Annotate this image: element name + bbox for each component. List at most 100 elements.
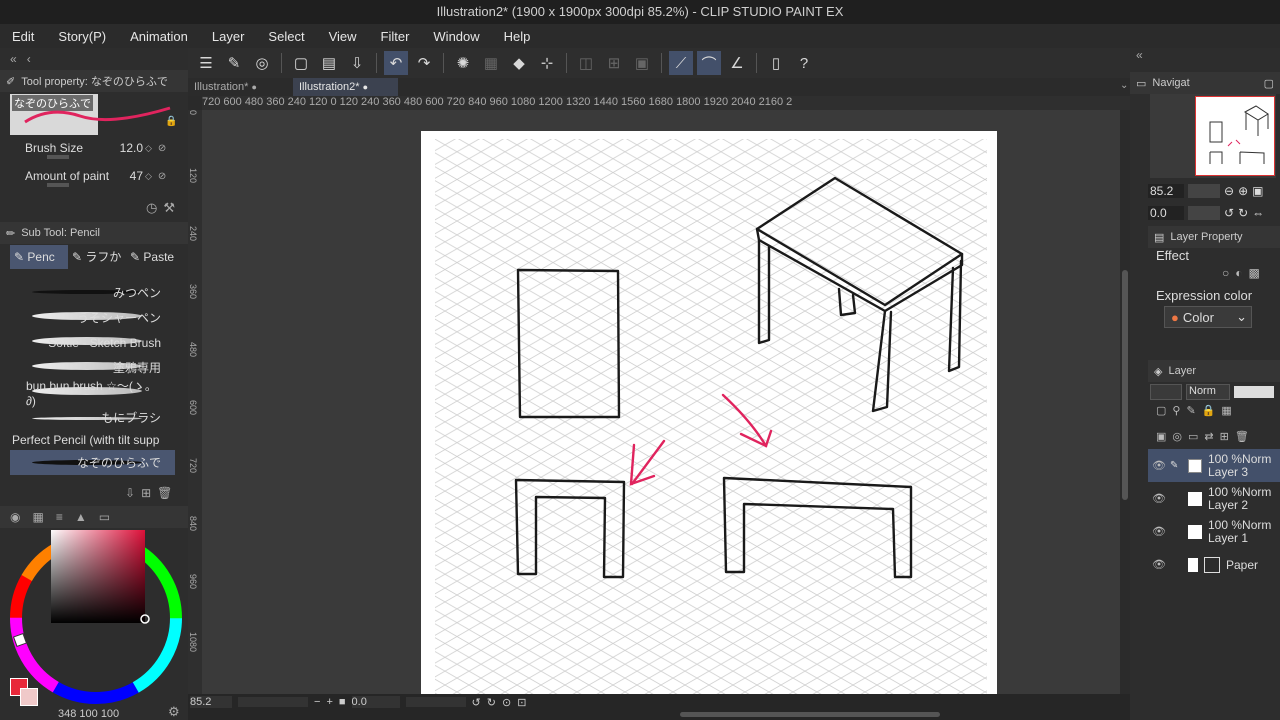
trash-icon[interactable]: 🗑 [157, 486, 172, 500]
rotate-left-icon[interactable]: ↺ [1224, 206, 1234, 220]
transfer-icon[interactable]: ⇄ [1204, 430, 1213, 443]
spinner-icon[interactable]: ◇ [145, 143, 152, 154]
selection-icon[interactable]: ▦ [479, 51, 503, 75]
ruler-snap-icon[interactable]: ⟋ [669, 51, 693, 75]
canvas-paper[interactable] [421, 131, 997, 694]
tabs-menu-icon[interactable]: ⌄ [1120, 80, 1128, 91]
ref-icon[interactable]: ⚲ [1172, 404, 1180, 417]
navigator-angle-slider[interactable] [1188, 206, 1220, 220]
lock-icon[interactable]: 🔒 [1202, 404, 1216, 417]
transform-icon[interactable]: ⊹ [535, 51, 559, 75]
menu-edit[interactable]: Edit [0, 29, 46, 44]
collapse-left-icon[interactable]: « [10, 52, 17, 66]
draft-icon[interactable]: ✎ [1186, 404, 1195, 417]
zoom-field[interactable]: 85.2 [190, 696, 232, 708]
flip-horizontal-icon[interactable]: ⇔ [1252, 206, 1264, 220]
color-wheel[interactable] [8, 530, 186, 706]
list-item[interactable]: もにブラシ [10, 405, 175, 430]
tab-pencil[interactable]: ✎ Penc [10, 245, 68, 269]
tab-paste[interactable]: ✎ Paste [126, 245, 184, 269]
fit-icon[interactable]: ▣ [1252, 184, 1263, 198]
reset-icon[interactable]: ◷ [146, 200, 157, 216]
layer-row[interactable]: 👁 100 %Norm Layer 2 [1148, 482, 1280, 515]
settings-icon[interactable]: ⚙ [168, 704, 180, 720]
list-item-selected[interactable]: なぞのひらふで [10, 450, 175, 475]
reset-rotation-icon[interactable]: ⊙ [502, 696, 511, 709]
mask-icon[interactable]: ▦ [1221, 404, 1231, 417]
flip-icon[interactable]: ⊡ [517, 696, 526, 709]
menu-animation[interactable]: Animation [118, 29, 200, 44]
tab-illustration2[interactable]: Illustration2* ● [293, 78, 398, 96]
menu-help[interactable]: Help [492, 29, 543, 44]
rotate-left-icon[interactable]: ↺ [472, 696, 481, 709]
wrench-icon[interactable]: ⚒ [163, 200, 175, 216]
eye-icon[interactable]: 👁 [1148, 525, 1170, 538]
navigator-preview[interactable] [1150, 94, 1276, 178]
navigator-zoom-slider[interactable] [1188, 184, 1220, 198]
copy-icon[interactable]: ⇩ [125, 486, 135, 500]
brush-size-slider[interactable] [47, 155, 69, 159]
device-icon[interactable]: ▯ [764, 51, 788, 75]
undo-icon[interactable]: ↶ [384, 51, 408, 75]
pen-settings-icon[interactable]: ✎ [222, 51, 246, 75]
list-item[interactable]: みつペン [10, 280, 175, 305]
zoom-in-icon[interactable]: ⊕ [1238, 184, 1248, 198]
eye-icon[interactable]: 👁 [1148, 459, 1170, 472]
spiral-icon[interactable]: ◎ [250, 51, 274, 75]
horizontal-scroll-thumb[interactable] [680, 712, 940, 717]
rotate-right-icon[interactable]: ↻ [487, 696, 496, 709]
amount-value[interactable]: 47 [113, 169, 143, 183]
expression-color-dropdown[interactable]: ● Color ⌄ [1164, 306, 1252, 328]
list-item[interactable]: bun bun brush ☆～(ゝ。∂) [10, 379, 175, 408]
loading-icon[interactable]: ✺ [451, 51, 475, 75]
history-tab-icon[interactable]: ▭ [99, 510, 110, 524]
menu-select[interactable]: Select [256, 29, 316, 44]
layer-row[interactable]: 👁 100 %Norm Layer 1 [1148, 515, 1280, 548]
horizontal-scrollbar[interactable] [188, 710, 1130, 720]
pressure-icon[interactable]: ⊘ [158, 143, 166, 154]
rotate-right-icon[interactable]: ↻ [1238, 206, 1248, 220]
snap-grid-icon[interactable]: ⊞ [602, 51, 626, 75]
clip-icon[interactable]: ▢ [1156, 404, 1166, 417]
curve-ruler-icon[interactable]: ⌒ [697, 51, 721, 75]
spinner-icon[interactable]: ◇ [145, 171, 152, 182]
eye-icon[interactable]: 👁 [1148, 492, 1170, 505]
list-item[interactable]: Softie - Sketch Brush [10, 330, 175, 355]
menu-layer[interactable]: Layer [200, 29, 257, 44]
menu-view[interactable]: View [317, 29, 369, 44]
help-icon[interactable]: ? [792, 51, 816, 75]
zoom-in-icon[interactable]: + [326, 696, 332, 708]
open-folder-icon[interactable]: ▤ [317, 51, 341, 75]
perspective-ruler-icon[interactable]: ∠ [725, 51, 749, 75]
redo-icon[interactable]: ↷ [412, 51, 436, 75]
hamburger-menu-icon[interactable]: ☰ [194, 51, 218, 75]
zoom-out-icon[interactable]: − [314, 696, 320, 708]
drawing[interactable] [421, 131, 997, 694]
pressure-icon[interactable]: ⊘ [158, 171, 166, 182]
tab-rough[interactable]: ✎ ラフか [68, 245, 126, 269]
new-raster-icon[interactable]: ▣ [1156, 430, 1166, 443]
color-wheel-tab-icon[interactable]: ◉ [10, 510, 20, 524]
tab-illustration[interactable]: Illustration* ● [188, 78, 293, 96]
angle-field[interactable]: 0.0 [351, 696, 400, 708]
back-icon[interactable]: ‹ [27, 52, 31, 66]
zoom-slider[interactable] [238, 697, 308, 707]
snap-off-icon[interactable]: ◫ [574, 51, 598, 75]
angle-slider[interactable] [405, 697, 466, 707]
fill-icon[interactable]: ◆ [507, 51, 531, 75]
menu-story[interactable]: Story(P) [46, 29, 118, 44]
layer-row[interactable]: 👁 ✎ 100 %Norm Layer 3 [1148, 449, 1280, 482]
brush-size-value[interactable]: 12.0 [113, 141, 143, 155]
opacity-slider[interactable] [1234, 386, 1274, 398]
texture-effect-icon[interactable]: ▩ [1249, 266, 1260, 280]
collapse-right-icon[interactable]: « [1130, 48, 1280, 70]
eye-icon[interactable]: 👁 [1148, 558, 1170, 571]
color-set-tab-icon[interactable]: ▦ [32, 510, 43, 524]
snap-special-icon[interactable]: ▣ [630, 51, 654, 75]
menu-window[interactable]: Window [421, 29, 491, 44]
zoom-out-icon[interactable]: ⊖ [1224, 184, 1234, 198]
navigator-angle-field[interactable]: 0.0 [1148, 206, 1184, 220]
menu-filter[interactable]: Filter [369, 29, 422, 44]
intermediate-color-tab-icon[interactable]: ▲ [75, 510, 87, 524]
add-icon[interactable]: ⊞ [141, 486, 151, 500]
